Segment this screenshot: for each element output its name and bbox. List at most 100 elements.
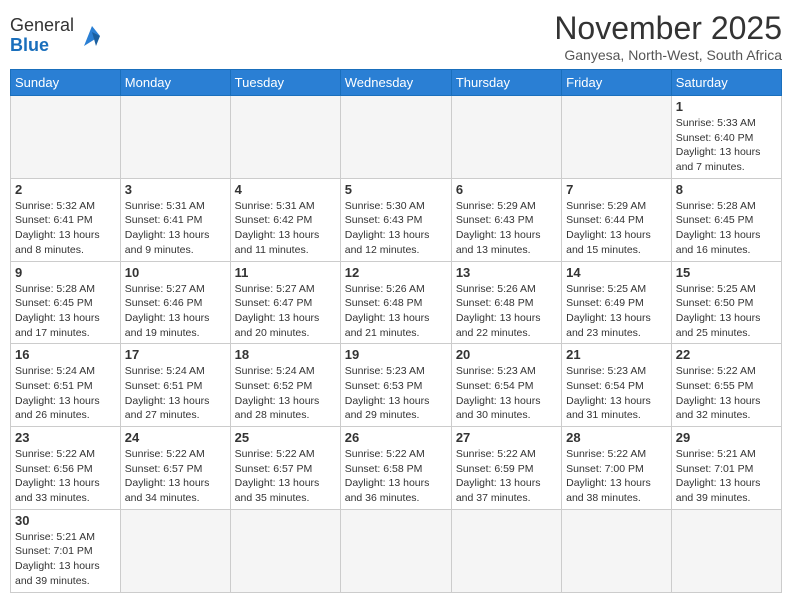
day-number: 6	[456, 182, 557, 197]
day-info: Sunrise: 5:21 AMSunset: 7:01 PMDaylight:…	[15, 530, 116, 589]
day-number: 21	[566, 347, 667, 362]
day-number: 25	[235, 430, 336, 445]
calendar-week-row: 23 Sunrise: 5:22 AMSunset: 6:56 PMDayligh…	[11, 427, 782, 510]
calendar-cell: 30Sunrise: 5:21 AMSunset: 7:01 PMDayligh…	[11, 509, 121, 592]
day-number: 29	[676, 430, 777, 445]
calendar-cell: 9 Sunrise: 5:28 AMSunset: 6:45 PMDaylight…	[11, 261, 121, 344]
calendar-cell	[340, 96, 451, 179]
calendar-cell: 17Sunrise: 5:24 AMSunset: 6:51 PMDayligh…	[120, 344, 230, 427]
calendar-cell	[451, 509, 561, 592]
day-info: Sunrise: 5:29 AMSunset: 6:43 PMDaylight:…	[456, 199, 557, 258]
day-number: 26	[345, 430, 447, 445]
day-info: Sunrise: 5:24 AMSunset: 6:51 PMDaylight:…	[15, 364, 116, 423]
calendar-cell: 27Sunrise: 5:22 AMSunset: 6:59 PMDayligh…	[451, 427, 561, 510]
logo: General Blue	[10, 16, 108, 56]
day-info: Sunrise: 5:22 AMSunset: 7:00 PMDaylight:…	[566, 447, 667, 506]
calendar-cell	[120, 509, 230, 592]
day-number: 12	[345, 265, 447, 280]
day-info: Sunrise: 5:26 AMSunset: 6:48 PMDaylight:…	[456, 282, 557, 341]
day-number: 1	[676, 99, 777, 114]
calendar-cell	[671, 509, 781, 592]
weekday-header-thursday: Thursday	[451, 70, 561, 96]
calendar-cell: 11 Sunrise: 5:27 AMSunset: 6:47 PMDayligh…	[230, 261, 340, 344]
day-info: Sunrise: 5:23 AMSunset: 6:54 PMDaylight:…	[456, 364, 557, 423]
day-info: Sunrise: 5:27 AMSunset: 6:47 PMDaylight:…	[235, 282, 336, 341]
calendar-cell	[11, 96, 121, 179]
calendar-cell: 13 Sunrise: 5:26 AMSunset: 6:48 PMDayligh…	[451, 261, 561, 344]
day-number: 4	[235, 182, 336, 197]
calendar-week-row: 2Sunrise: 5:32 AMSunset: 6:41 PMDaylight…	[11, 178, 782, 261]
calendar-cell: 18 Sunrise: 5:24 AMSunset: 6:52 PMDayligh…	[230, 344, 340, 427]
day-info: Sunrise: 5:25 AMSunset: 6:50 PMDaylight:…	[676, 282, 777, 341]
day-info: Sunrise: 5:22 AMSunset: 6:56 PMDaylight:…	[15, 447, 116, 506]
calendar-cell: 24 Sunrise: 5:22 AMSunset: 6:57 PMDayligh…	[120, 427, 230, 510]
day-info: Sunrise: 5:27 AMSunset: 6:46 PMDaylight:…	[125, 282, 226, 341]
calendar-cell: 23 Sunrise: 5:22 AMSunset: 6:56 PMDayligh…	[11, 427, 121, 510]
calendar-header-row: SundayMondayTuesdayWednesdayThursdayFrid…	[11, 70, 782, 96]
calendar-cell: 15Sunrise: 5:25 AMSunset: 6:50 PMDayligh…	[671, 261, 781, 344]
calendar-cell: 4 Sunrise: 5:31 AMSunset: 6:42 PMDaylight…	[230, 178, 340, 261]
calendar-cell: 5 Sunrise: 5:30 AMSunset: 6:43 PMDaylight…	[340, 178, 451, 261]
day-number: 11	[235, 265, 336, 280]
day-number: 16	[15, 347, 116, 362]
day-number: 13	[456, 265, 557, 280]
day-number: 3	[125, 182, 226, 197]
calendar-week-row: 1 Sunrise: 5:33 AMSunset: 6:40 PMDaylight…	[11, 96, 782, 179]
day-number: 14	[566, 265, 667, 280]
calendar-cell: 2Sunrise: 5:32 AMSunset: 6:41 PMDaylight…	[11, 178, 121, 261]
weekday-header-tuesday: Tuesday	[230, 70, 340, 96]
day-info: Sunrise: 5:33 AMSunset: 6:40 PMDaylight:…	[676, 116, 777, 175]
day-info: Sunrise: 5:22 AMSunset: 6:55 PMDaylight:…	[676, 364, 777, 423]
day-info: Sunrise: 5:28 AMSunset: 6:45 PMDaylight:…	[15, 282, 116, 341]
calendar-cell: 16 Sunrise: 5:24 AMSunset: 6:51 PMDayligh…	[11, 344, 121, 427]
day-info: Sunrise: 5:30 AMSunset: 6:43 PMDaylight:…	[345, 199, 447, 258]
calendar-cell: 8Sunrise: 5:28 AMSunset: 6:45 PMDaylight…	[671, 178, 781, 261]
calendar-cell	[562, 96, 672, 179]
day-info: Sunrise: 5:24 AMSunset: 6:52 PMDaylight:…	[235, 364, 336, 423]
day-info: Sunrise: 5:28 AMSunset: 6:45 PMDaylight:…	[676, 199, 777, 258]
calendar-cell	[120, 96, 230, 179]
day-number: 22	[676, 347, 777, 362]
day-number: 18	[235, 347, 336, 362]
logo-blue: Blue	[10, 35, 49, 55]
day-info: Sunrise: 5:23 AMSunset: 6:54 PMDaylight:…	[566, 364, 667, 423]
logo-text: General Blue	[10, 16, 74, 56]
day-info: Sunrise: 5:29 AMSunset: 6:44 PMDaylight:…	[566, 199, 667, 258]
day-number: 9	[15, 265, 116, 280]
calendar-cell: 21 Sunrise: 5:23 AMSunset: 6:54 PMDayligh…	[562, 344, 672, 427]
calendar-cell: 1 Sunrise: 5:33 AMSunset: 6:40 PMDaylight…	[671, 96, 781, 179]
calendar-table: SundayMondayTuesdayWednesdayThursdayFrid…	[10, 69, 782, 593]
calendar-cell: 28Sunrise: 5:22 AMSunset: 7:00 PMDayligh…	[562, 427, 672, 510]
day-info: Sunrise: 5:22 AMSunset: 6:59 PMDaylight:…	[456, 447, 557, 506]
calendar-cell	[230, 509, 340, 592]
weekday-header-sunday: Sunday	[11, 70, 121, 96]
day-number: 5	[345, 182, 447, 197]
calendar-cell	[451, 96, 561, 179]
calendar-week-row: 30Sunrise: 5:21 AMSunset: 7:01 PMDayligh…	[11, 509, 782, 592]
calendar-cell: 22 Sunrise: 5:22 AMSunset: 6:55 PMDayligh…	[671, 344, 781, 427]
calendar-week-row: 9 Sunrise: 5:28 AMSunset: 6:45 PMDaylight…	[11, 261, 782, 344]
calendar-cell: 10Sunrise: 5:27 AMSunset: 6:46 PMDayligh…	[120, 261, 230, 344]
location-subtitle: Ganyesa, North-West, South Africa	[554, 47, 782, 63]
title-block: November 2025 Ganyesa, North-West, South…	[554, 10, 782, 63]
day-number: 7	[566, 182, 667, 197]
calendar-cell: 6 Sunrise: 5:29 AMSunset: 6:43 PMDaylight…	[451, 178, 561, 261]
month-title: November 2025	[554, 10, 782, 47]
calendar-cell	[340, 509, 451, 592]
day-info: Sunrise: 5:22 AMSunset: 6:58 PMDaylight:…	[345, 447, 447, 506]
day-info: Sunrise: 5:22 AMSunset: 6:57 PMDaylight:…	[125, 447, 226, 506]
calendar-cell: 14Sunrise: 5:25 AMSunset: 6:49 PMDayligh…	[562, 261, 672, 344]
weekday-header-monday: Monday	[120, 70, 230, 96]
calendar-cell: 19Sunrise: 5:23 AMSunset: 6:53 PMDayligh…	[340, 344, 451, 427]
day-number: 23	[15, 430, 116, 445]
day-info: Sunrise: 5:31 AMSunset: 6:42 PMDaylight:…	[235, 199, 336, 258]
calendar-cell: 29Sunrise: 5:21 AMSunset: 7:01 PMDayligh…	[671, 427, 781, 510]
logo-general: General	[10, 15, 74, 35]
calendar-cell	[562, 509, 672, 592]
day-number: 19	[345, 347, 447, 362]
day-number: 20	[456, 347, 557, 362]
calendar-cell: 25Sunrise: 5:22 AMSunset: 6:57 PMDayligh…	[230, 427, 340, 510]
day-number: 24	[125, 430, 226, 445]
calendar-cell: 26 Sunrise: 5:22 AMSunset: 6:58 PMDayligh…	[340, 427, 451, 510]
calendar-cell	[230, 96, 340, 179]
